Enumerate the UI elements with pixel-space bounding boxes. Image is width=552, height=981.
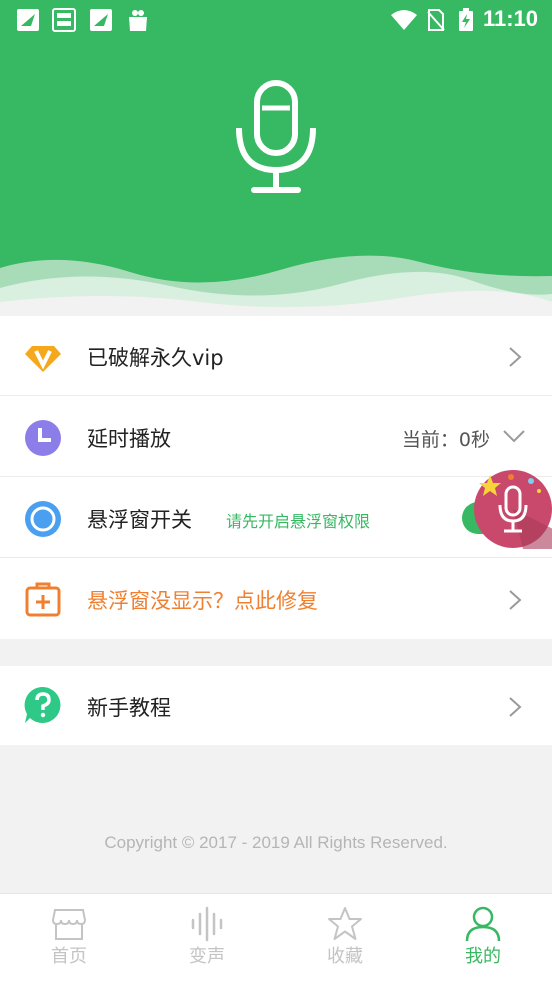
no-sim-icon [427, 9, 445, 31]
tutorial-card: 新手教程 [0, 666, 552, 745]
star-icon [328, 907, 362, 940]
menu-item-vip[interactable]: 已破解永久vip [0, 316, 552, 396]
tab-home[interactable]: 首页 [0, 894, 138, 981]
tab-favorites[interactable]: 收藏 [276, 894, 414, 981]
wifi-icon [391, 10, 417, 30]
menu-item-float-window: 悬浮窗开关 请先开启悬浮窗权限 [0, 478, 552, 558]
medical-kit-icon [25, 582, 61, 617]
header-wave-decoration [0, 255, 552, 316]
diamond-v-icon [25, 346, 61, 372]
menu-item-delay-playback[interactable]: 延时播放 当前：0秒 [0, 397, 552, 477]
question-bubble-icon [24, 686, 61, 723]
permission-hint: 请先开启悬浮窗权限 [226, 512, 371, 531]
menu-item-label: 延时播放 [87, 427, 171, 451]
app-notification-icon [90, 9, 112, 31]
app-notification-icon [17, 9, 39, 31]
bottom-tab-bar: 首页 变声 收藏 我的 [0, 893, 552, 981]
circle-icon [25, 501, 61, 537]
menu-item-label: 悬浮窗开关 [87, 508, 192, 532]
chevron-right-icon [509, 347, 522, 367]
tab-label: 变声 [189, 946, 225, 967]
header-banner: 11:10 [0, 0, 552, 316]
menu-item-label: 悬浮窗没显示？点此修复 [87, 589, 318, 613]
menu-item-tutorial[interactable]: 新手教程 [0, 666, 552, 745]
chevron-right-icon [509, 697, 522, 717]
delay-current-value: 当前：0秒 [401, 429, 490, 451]
person-icon [465, 906, 501, 942]
menu-item-fix-float[interactable]: 悬浮窗没显示？点此修复 [0, 559, 552, 639]
tab-label: 首页 [51, 946, 87, 967]
chevron-down-icon[interactable] [502, 429, 526, 443]
sound-wave-icon [191, 906, 223, 942]
tab-label: 收藏 [327, 946, 363, 967]
tab-voice-change[interactable]: 变声 [138, 894, 276, 981]
clock-icon [25, 420, 61, 456]
menu-item-label: 新手教程 [87, 696, 171, 720]
shop-icon [51, 909, 87, 940]
tab-mine[interactable]: 我的 [414, 894, 552, 981]
status-bar: 11:10 [0, 0, 552, 40]
copyright-text: Copyright © 2017 - 2019 All Rights Reser… [104, 833, 448, 852]
microphone-icon [236, 80, 316, 193]
chevron-right-icon [509, 590, 522, 610]
tab-label: 我的 [465, 946, 501, 967]
clock-time: 11:10 [482, 6, 538, 31]
battery-charging-icon [459, 8, 473, 31]
menu-item-label: 已破解永久vip [87, 346, 224, 370]
shopping-bag-icon [129, 10, 147, 31]
game-center-icon [52, 8, 76, 32]
floating-mic-ball[interactable] [473, 469, 552, 549]
settings-card: 已破解永久vip 延时播放 当前：0秒 悬浮窗开关 请先开启悬浮窗权限 悬浮窗没… [0, 316, 552, 639]
